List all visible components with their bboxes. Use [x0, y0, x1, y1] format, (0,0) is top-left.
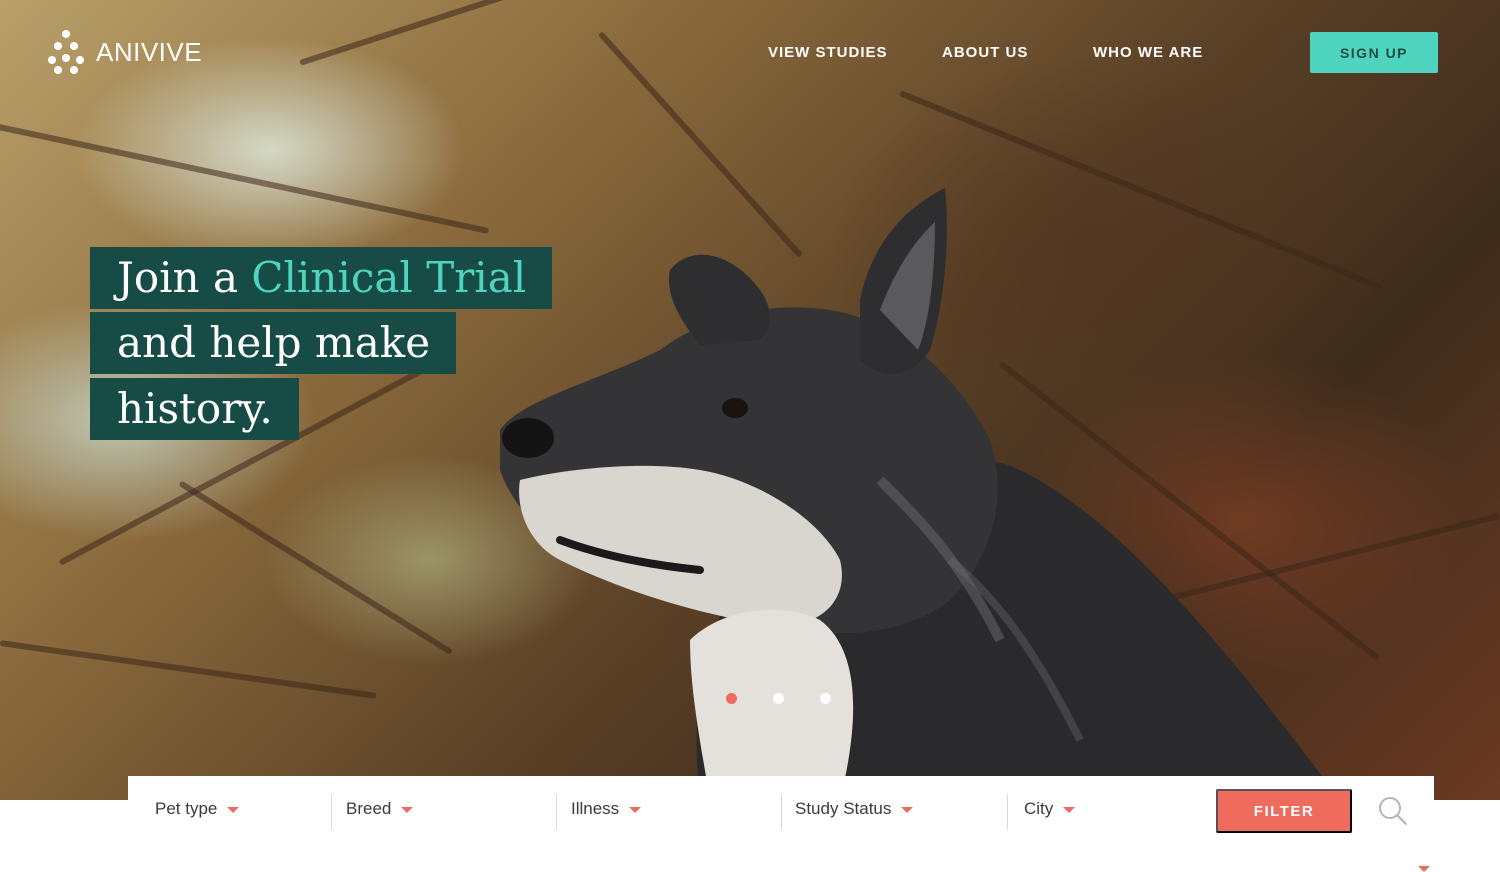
filter-pet-type-label: Pet type	[155, 799, 218, 818]
headline-accent: Clinical Trial	[251, 253, 527, 302]
filter-divider	[331, 794, 332, 830]
filter-button[interactable]: FILTER	[1216, 789, 1352, 833]
filter-study-status[interactable]: Study Status	[795, 776, 914, 842]
filter-breed[interactable]: Breed	[346, 776, 414, 842]
filter-study-status-label: Study Status	[795, 799, 892, 818]
search-icon[interactable]	[1378, 796, 1408, 826]
nav-about-us[interactable]: ABOUT US	[942, 44, 1028, 61]
caret-down-icon	[629, 807, 642, 813]
caret-down-icon	[901, 807, 914, 813]
headline-line-3: history.	[90, 378, 299, 440]
headline-line-1: Join a Clinical Trial	[90, 247, 553, 309]
caret-down-icon	[227, 807, 240, 813]
filter-breed-label: Breed	[346, 799, 392, 818]
filter-city-label: City	[1024, 799, 1054, 818]
carousel-dot-1[interactable]	[726, 693, 737, 704]
brand-name: ANIVIVE	[96, 36, 203, 67]
scroll-down-icon[interactable]	[1418, 866, 1430, 872]
filter-illness[interactable]: Illness	[571, 776, 642, 842]
caret-down-icon	[1063, 807, 1076, 813]
study-filter-bar: Pet type Breed Illness Study Status City…	[128, 776, 1434, 842]
nav-view-studies[interactable]: VIEW STUDIES	[768, 44, 888, 61]
nav-who-we-are[interactable]: WHO WE ARE	[1093, 44, 1203, 61]
headline-line-2: and help make	[90, 312, 457, 374]
filter-divider	[556, 794, 557, 830]
sign-up-button[interactable]: SIGN UP	[1310, 32, 1438, 73]
filter-divider	[1007, 794, 1008, 830]
brand-logo[interactable]: ANIVIVE	[46, 30, 202, 74]
filter-illness-label: Illness	[571, 799, 620, 818]
caret-down-icon	[401, 807, 414, 813]
anivive-logo-icon	[46, 30, 86, 74]
carousel-dot-2[interactable]	[773, 693, 784, 704]
headline-line-1-plain: Join a	[117, 253, 252, 302]
filter-divider	[781, 794, 782, 830]
filter-pet-type[interactable]: Pet type	[155, 776, 240, 842]
carousel-dot-3[interactable]	[820, 693, 831, 704]
filter-city[interactable]: City	[1024, 776, 1076, 842]
